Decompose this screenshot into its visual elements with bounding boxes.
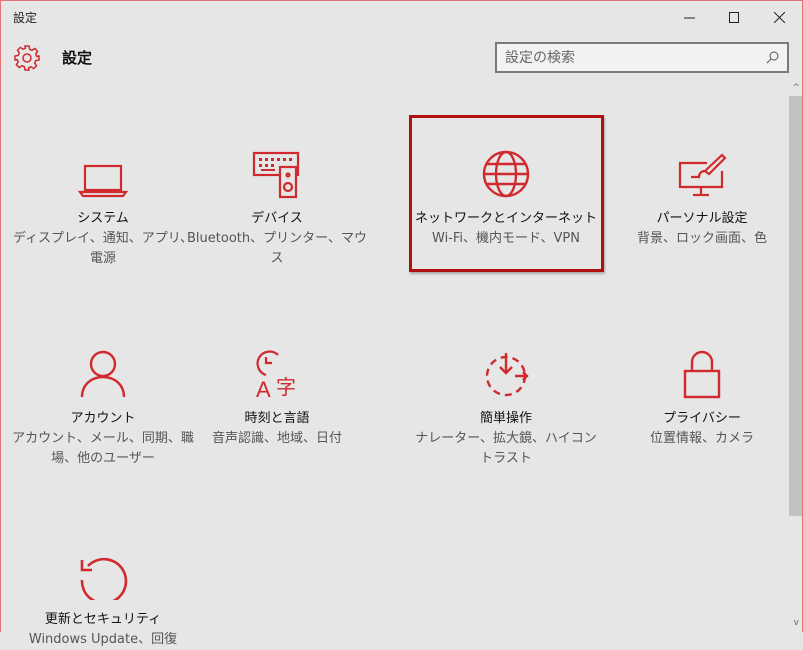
minimize-icon — [683, 17, 695, 18]
lock-icon — [604, 341, 800, 399]
scroll-down-icon[interactable]: v — [794, 618, 799, 628]
search-input[interactable] — [505, 49, 766, 66]
close-icon — [773, 11, 785, 23]
tile-time-language[interactable]: A字 時刻と言語 音声認識、地域、日付 — [179, 341, 375, 449]
tile-subtitle: Windows Update、回復 — [28, 632, 178, 647]
maximize-button[interactable] — [711, 1, 757, 33]
svg-text:字: 字 — [276, 375, 296, 399]
tile-title: 時刻と言語 — [244, 411, 310, 426]
tile-title: 簡単操作 — [479, 411, 532, 426]
tile-subtitle: ナレーター、拡大鏡、ハイコントラスト — [415, 431, 597, 466]
tile-subtitle: 音声認識、地域、日付 — [211, 431, 342, 446]
laptop-icon — [5, 141, 201, 199]
close-button[interactable] — [756, 1, 802, 33]
tile-subtitle: Wi-Fi、機内モード、VPN — [432, 231, 580, 246]
search-box[interactable] — [495, 42, 789, 73]
refresh-icon — [5, 542, 201, 600]
tile-title: プライバシー — [663, 411, 741, 426]
tile-system[interactable]: システム ディスプレイ、通知、アプリ、電源 — [5, 141, 201, 269]
tile-update-security[interactable]: 更新とセキュリティ Windows Update、回復 — [5, 542, 201, 650]
maximize-icon — [728, 11, 739, 23]
tile-subtitle: 背景、ロック画面、色 — [636, 231, 767, 246]
tile-network[interactable]: ネットワークとインターネット Wi-Fi、機内モード、VPN — [408, 141, 604, 249]
tile-title: ネットワークとインターネット — [414, 211, 597, 226]
tile-personalization[interactable]: パーソナル設定 背景、ロック画面、色 — [604, 141, 800, 249]
tile-title: デバイス — [251, 211, 303, 226]
tile-subtitle: 位置情報、カメラ — [649, 431, 754, 446]
keyboard-speaker-icon — [179, 141, 375, 199]
tile-title: パーソナル設定 — [656, 211, 748, 226]
scroll-up-icon[interactable]: ^ — [792, 83, 800, 93]
tile-privacy[interactable]: プライバシー 位置情報、カメラ — [604, 341, 800, 449]
tile-subtitle: アカウント、メール、同期、職場、他のユーザー — [12, 431, 194, 466]
ease-of-access-icon — [408, 341, 604, 399]
page-title: 設定 — [62, 49, 93, 67]
window-title: 設定 — [13, 11, 38, 25]
svg-text:A: A — [256, 377, 271, 399]
minimize-button[interactable] — [666, 1, 712, 33]
tile-ease-of-access[interactable]: 簡単操作 ナレーター、拡大鏡、ハイコントラスト — [408, 341, 604, 469]
tile-title: 更新とセキュリティ — [44, 612, 162, 627]
tile-devices[interactable]: デバイス Bluetooth、プリンター、マウス — [179, 141, 375, 269]
tile-accounts[interactable]: アカウント アカウント、メール、同期、職場、他のユーザー — [5, 341, 201, 469]
gear-icon — [14, 45, 40, 75]
tile-title: システム — [77, 211, 129, 226]
monitor-brush-icon — [604, 141, 800, 199]
settings-window: 設定 設定 ^ v システム ディスプレイ、通知、アプリ、電源 デバイス Blu… — [0, 0, 803, 647]
clock-language-icon: A字 — [179, 341, 375, 399]
tile-subtitle: ディスプレイ、通知、アプリ、電源 — [12, 231, 194, 266]
tile-title: アカウント — [70, 411, 136, 426]
globe-icon — [408, 141, 604, 199]
tile-subtitle: Bluetooth、プリンター、マウス — [187, 231, 367, 266]
search-icon[interactable] — [766, 51, 779, 64]
person-icon — [5, 341, 201, 399]
